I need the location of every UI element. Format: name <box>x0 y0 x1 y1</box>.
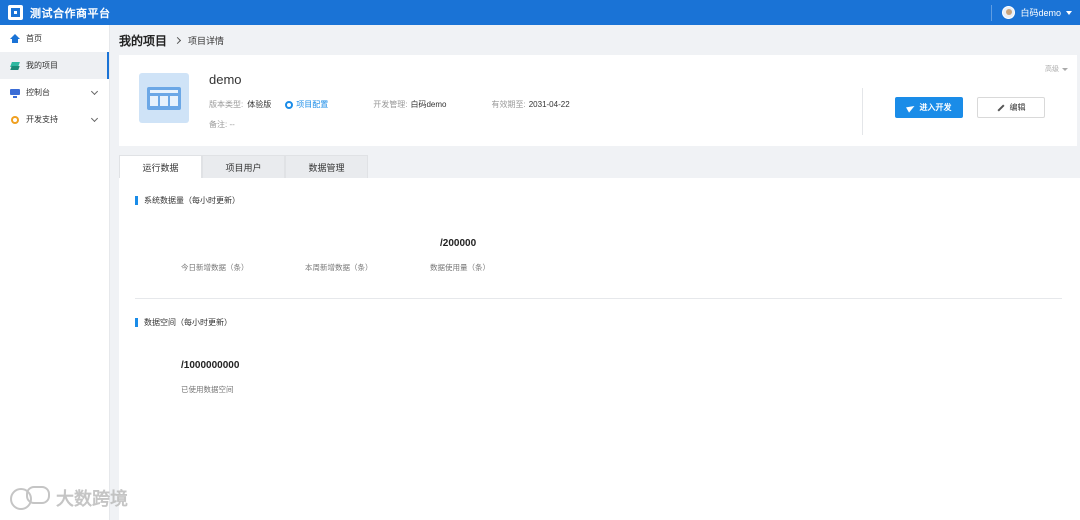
version-value: 体验版 <box>247 100 272 109</box>
space-used-label: 已使用数据空间 <box>181 385 234 394</box>
sidebar-item-console[interactable]: 控制台 <box>0 79 109 106</box>
sidebar-item-dev-support[interactable]: 开发支持 <box>0 106 109 133</box>
version-label: 版本类型: <box>209 100 244 109</box>
breadcrumb-root[interactable]: 我的项目 <box>119 32 167 49</box>
config-link-label: 项目配置 <box>296 100 329 109</box>
expiry-label: 有效期至: <box>491 100 526 109</box>
project-config-link[interactable]: 项目配置 <box>285 99 328 110</box>
data-stats-title: 系统数据量（每小时更新） <box>135 195 240 206</box>
app-logo-icon <box>8 5 23 20</box>
data-usage-label: 数据使用量（条） <box>430 263 490 272</box>
sidebar-item-my-projects[interactable]: 我的项目 <box>0 52 109 79</box>
project-card: demo 版本类型: 体验版 项目配置 开发管理: 白码demo 有效期至: 2… <box>119 55 1077 146</box>
tabs: 运行数据 项目用户 数据管理 <box>119 155 368 179</box>
app-title: 测试合作商平台 <box>30 7 111 20</box>
chevron-down-icon <box>90 114 99 123</box>
monitor-icon <box>10 88 20 98</box>
user-menu[interactable]: 白码demo <box>991 4 1072 21</box>
sidebar-item-label: 我的项目 <box>26 61 58 70</box>
breadcrumb: 我的项目 项目详情 <box>110 25 1080 55</box>
project-name: demo <box>209 72 242 87</box>
tab-data-management[interactable]: 数据管理 <box>285 155 368 179</box>
config-icon <box>285 100 294 109</box>
tab-runtime-data[interactable]: 运行数据 <box>119 155 202 179</box>
enter-dev-button[interactable]: 进入开发 <box>895 97 963 118</box>
sidebar-item-label: 首页 <box>26 34 42 43</box>
project-remark: 备注: -- <box>209 120 235 129</box>
home-icon <box>10 33 20 44</box>
dev-manager-label: 开发管理: <box>373 100 408 109</box>
user-name: 白码demo <box>1020 8 1061 18</box>
layers-icon <box>10 61 20 71</box>
brand[interactable]: 测试合作商平台 <box>8 5 111 21</box>
send-icon <box>907 104 915 112</box>
data-usage-value: /200000 <box>440 238 477 249</box>
runtime-data-panel: 系统数据量（每小时更新） /200000 今日新增数据（条） 本周新增数据（条）… <box>119 178 1080 520</box>
pencil-icon <box>996 103 1005 112</box>
divider <box>862 88 863 135</box>
sidebar-item-label: 控制台 <box>26 88 50 97</box>
gear-icon <box>10 115 20 125</box>
section-marker <box>135 318 138 327</box>
sidebar-item-label: 开发支持 <box>26 115 58 124</box>
section-title-label: 系统数据量（每小时更新） <box>144 196 240 205</box>
sidebar: 首页 我的项目 控制台 开发支持 <box>0 25 110 520</box>
week-new-label: 本周新增数据（条） <box>305 263 373 272</box>
caret-down-icon <box>1066 10 1072 15</box>
watermark-text: 大数跨境 <box>56 489 128 509</box>
project-meta: 版本类型: 体验版 项目配置 开发管理: 白码demo 有效期至: 2031-0… <box>209 99 570 110</box>
watermark-logo-icon <box>10 486 50 510</box>
breadcrumb-current: 项目详情 <box>188 35 225 46</box>
project-thumbnail <box>139 73 189 123</box>
space-stats-title: 数据空间（每小时更新） <box>135 317 232 328</box>
chevron-right-icon <box>173 36 182 44</box>
sidebar-item-home[interactable]: 首页 <box>0 25 109 52</box>
divider <box>135 298 1062 299</box>
edit-label: 编辑 <box>1009 103 1026 112</box>
advanced-label: 高级 <box>1045 66 1059 73</box>
space-used-value: /1000000000 <box>181 360 240 371</box>
section-marker <box>135 196 138 205</box>
main-content: 我的项目 项目详情 demo 版本类型: 体验版 项目配置 开发管理: 白码de… <box>110 25 1080 520</box>
expiry-value: 2031-04-22 <box>528 100 570 109</box>
edit-button[interactable]: 编辑 <box>977 97 1045 118</box>
section-title-label: 数据空间（每小时更新） <box>144 318 232 327</box>
advanced-dropdown[interactable]: 高级 <box>1045 64 1068 74</box>
tab-project-users[interactable]: 项目用户 <box>202 155 285 179</box>
dev-manager-value: 白码demo <box>410 100 447 109</box>
top-bar: 测试合作商平台 白码demo <box>0 0 1080 25</box>
watermark: 大数跨境 <box>10 485 128 511</box>
avatar <box>1002 6 1016 19</box>
chevron-down-icon <box>90 87 99 96</box>
enter-dev-label: 进入开发 <box>919 103 952 112</box>
today-new-label: 今日新增数据（条） <box>181 263 249 272</box>
caret-down-icon <box>1062 67 1068 71</box>
